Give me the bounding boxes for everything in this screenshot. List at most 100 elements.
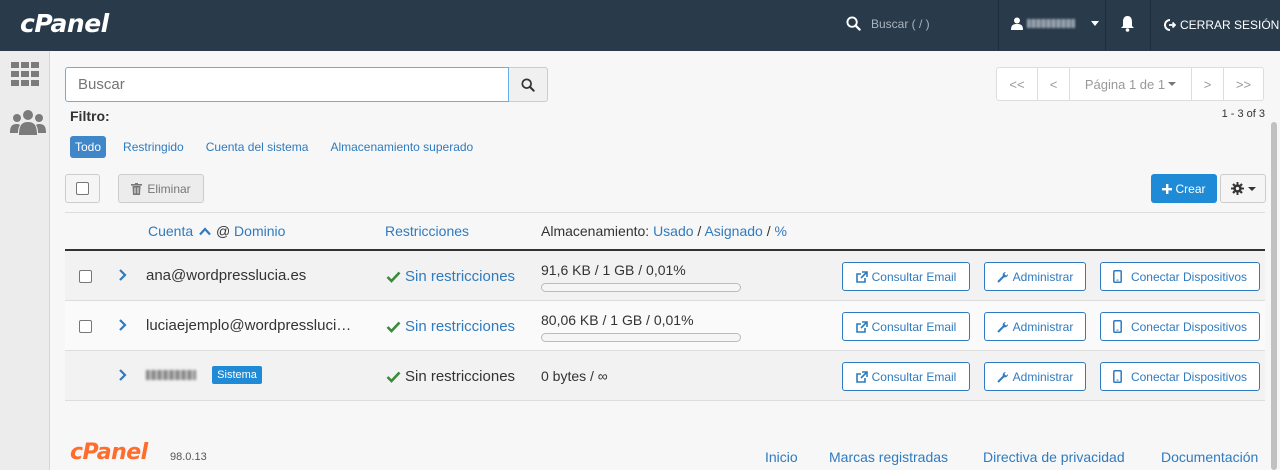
filter-storage-exceeded[interactable]: Almacenamiento superado xyxy=(330,140,473,154)
select-all-checkbox[interactable] xyxy=(65,174,100,203)
manage-button[interactable]: Administrar xyxy=(984,312,1086,341)
next-page-button[interactable]: > xyxy=(1192,68,1224,100)
filter-restricted[interactable]: Restringido xyxy=(123,140,184,154)
storage-info: 80,06 KB / 1 GB / 0,01% xyxy=(541,312,741,342)
footer-cpanel-logo[interactable]: cPanel xyxy=(70,440,148,465)
logout-button[interactable]: CERRAR SESIÓN xyxy=(1164,18,1279,32)
check-icon xyxy=(386,271,401,283)
connect-devices-button[interactable]: Conectar Dispositivos xyxy=(1100,362,1260,391)
restrictions-link[interactable]: Sin restricciones xyxy=(405,268,515,285)
restrictions-link[interactable]: Sin restricciones xyxy=(405,318,515,335)
connect-devices-label: Conectar Dispositivos xyxy=(1130,269,1248,284)
wrench-icon xyxy=(997,271,1008,282)
scrollbar[interactable] xyxy=(1271,122,1277,470)
table-row: luciaejemplo@wordpressluci… Sin restricc… xyxy=(65,301,1265,351)
user-icon xyxy=(1011,17,1023,30)
cpanel-logo[interactable]: cPanel xyxy=(20,9,109,38)
footer-link-privacy[interactable]: Directiva de privacidad xyxy=(983,449,1125,465)
check-email-button[interactable]: Consultar Email xyxy=(842,262,970,291)
page-select[interactable]: Página 1 de 1 xyxy=(1070,68,1192,100)
header-storage: Almacenamiento: Usado / Asignado / % xyxy=(541,223,787,239)
account-name-redacted xyxy=(146,370,196,381)
restrictions-status[interactable]: Sin restricciones xyxy=(386,318,515,335)
sort-up-icon xyxy=(199,227,211,236)
settings-dropdown-button[interactable] xyxy=(1220,174,1266,203)
header-at: @ xyxy=(215,223,231,239)
system-account: Sistema xyxy=(146,366,262,385)
header-storage-label: Almacenamiento: xyxy=(541,223,650,239)
create-button[interactable]: Crear xyxy=(1151,174,1217,203)
manage-button[interactable]: Administrar xyxy=(984,262,1086,291)
connect-devices-label: Conectar Dispositivos xyxy=(1130,319,1248,334)
filter-system-account[interactable]: Cuenta del sistema xyxy=(206,140,309,154)
header-separator: / xyxy=(697,223,702,239)
check-email-label: Consultar Email xyxy=(871,319,957,334)
checkbox-box xyxy=(76,182,89,195)
sort-account-link[interactable]: Cuenta xyxy=(148,223,193,239)
users-group-icon[interactable] xyxy=(10,109,46,139)
apps-grid-icon[interactable] xyxy=(10,62,41,90)
check-email-label: Consultar Email xyxy=(871,269,957,284)
restrictions-status[interactable]: Sin restricciones xyxy=(386,268,515,285)
delete-button[interactable]: Eliminar xyxy=(118,174,204,203)
user-menu[interactable] xyxy=(1011,17,1099,30)
sort-domain-link[interactable]: Dominio xyxy=(234,223,285,239)
last-page-button[interactable]: >> xyxy=(1224,68,1263,100)
mobile-icon xyxy=(1113,270,1122,283)
restrictions-text: Sin restricciones xyxy=(405,368,516,385)
first-page-button[interactable]: << xyxy=(997,68,1038,100)
external-link-icon xyxy=(855,370,868,383)
chevron-right-icon[interactable] xyxy=(118,268,127,282)
search-button[interactable] xyxy=(509,67,548,102)
prev-page-button[interactable]: < xyxy=(1038,68,1070,100)
page-label: Página 1 de 1 xyxy=(1084,76,1166,92)
sort-used-link[interactable]: Usado xyxy=(653,223,693,239)
check-email-button[interactable]: Consultar Email xyxy=(842,312,970,341)
logout-icon xyxy=(1164,19,1176,31)
external-link-icon xyxy=(855,270,868,283)
create-label: Crear xyxy=(1175,181,1206,196)
footer-link-trademarks[interactable]: Marcas registradas xyxy=(829,449,948,465)
version-text: 98.0.13 xyxy=(170,451,207,463)
plus-icon xyxy=(1162,183,1173,194)
top-bar: cPanel Buscar ( / ) CERRAR SESIÓN xyxy=(0,0,1280,51)
table-row: ana@wordpresslucia.es Sin restricciones … xyxy=(65,251,1265,301)
filter-all[interactable]: Todo xyxy=(70,136,107,158)
wrench-icon xyxy=(997,321,1008,332)
check-icon xyxy=(386,371,401,383)
footer-link-documentation[interactable]: Documentación xyxy=(1161,449,1258,465)
storage-progress-bar xyxy=(541,283,741,292)
left-sidebar xyxy=(0,51,50,470)
chevron-right-icon[interactable] xyxy=(118,368,127,382)
results-count: 1 - 3 of 3 xyxy=(1221,108,1265,120)
sort-restrictions-link[interactable]: Restricciones xyxy=(385,223,469,239)
account-email: luciaejemplo@wordpressluci… xyxy=(146,317,352,334)
chevron-right-icon[interactable] xyxy=(118,318,127,332)
global-search-placeholder[interactable]: Buscar ( / ) xyxy=(871,17,930,31)
sort-assigned-link[interactable]: Asignado xyxy=(704,223,762,239)
notifications-button[interactable] xyxy=(1120,15,1135,35)
check-email-button[interactable]: Consultar Email xyxy=(842,362,970,391)
global-search[interactable]: Buscar ( / ) xyxy=(846,16,930,31)
restrictions-status: Sin restricciones xyxy=(386,368,515,385)
row-checkbox[interactable] xyxy=(79,320,92,333)
filter-options: Todo Restringido Cuenta del sistema Alma… xyxy=(70,136,473,158)
search-icon xyxy=(846,16,861,31)
search-icon xyxy=(521,77,535,92)
connect-devices-label: Conectar Dispositivos xyxy=(1130,369,1248,384)
manage-label: Administrar xyxy=(1012,369,1074,384)
storage-info: 91,6 KB / 1 GB / 0,01% xyxy=(541,262,741,292)
sort-percent-link[interactable]: % xyxy=(775,223,787,239)
storage-text: 80,06 KB / 1 GB / 0,01% xyxy=(541,312,694,328)
connect-devices-button[interactable]: Conectar Dispositivos xyxy=(1100,312,1260,341)
header-account-domain: Cuenta @ Dominio xyxy=(148,223,285,239)
footer-link-home[interactable]: Inicio xyxy=(765,449,798,465)
storage-progress-bar xyxy=(541,333,741,342)
search-input[interactable] xyxy=(65,67,509,102)
mobile-icon xyxy=(1113,320,1122,333)
connect-devices-button[interactable]: Conectar Dispositivos xyxy=(1100,262,1260,291)
filter-label: Filtro: xyxy=(70,108,110,124)
chevron-down-icon xyxy=(1168,82,1177,86)
row-checkbox[interactable] xyxy=(79,270,92,283)
manage-button[interactable]: Administrar xyxy=(984,362,1086,391)
